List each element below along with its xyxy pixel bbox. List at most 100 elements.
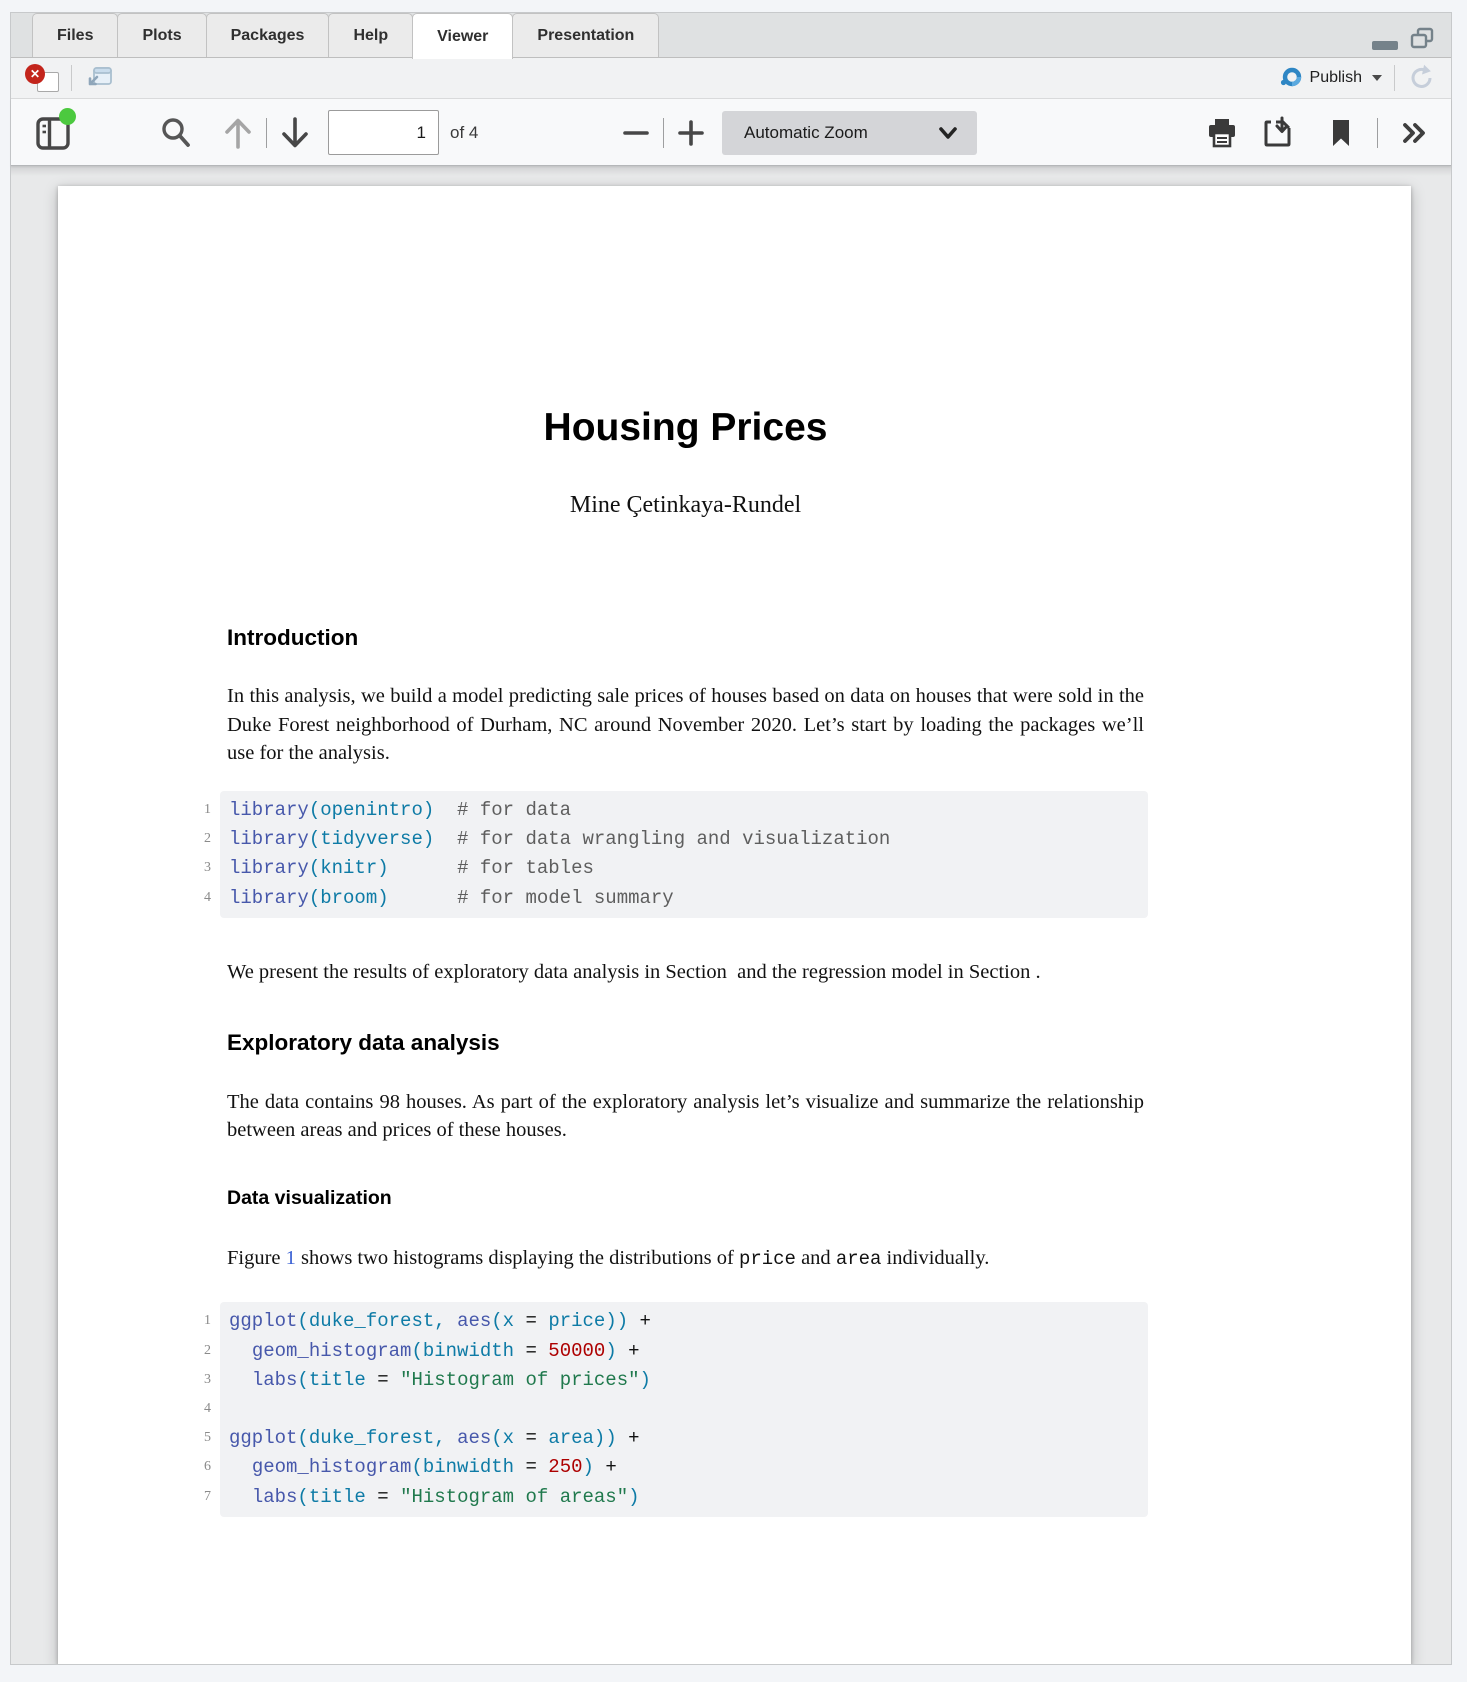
text-segment: + [617,1427,640,1449]
text-segment: = [514,1310,548,1332]
more-tools-icon[interactable] [1399,118,1431,148]
text-segment: labs [252,1369,298,1391]
tab-help[interactable]: Help [328,13,413,57]
text-segment: (broom) [309,887,389,909]
refresh-icon[interactable] [1407,63,1437,93]
pane-tab-strip: Files Plots Packages Help Viewer Present… [11,13,1451,58]
text-segment: (title [297,1486,365,1508]
page-count-label: of 4 [450,123,478,143]
figure-reference-link[interactable]: 1 [286,1247,296,1269]
text-segment: ) [583,1456,594,1478]
sidebar-toggle-icon[interactable] [34,115,72,151]
code-line-number: 4 [187,884,211,912]
text-segment: (title [297,1369,365,1391]
toolbar-separator [1394,65,1395,91]
code-line-number: 1 [187,796,211,824]
pdf-page-content: Housing Prices Mine Çetinkaya-Rundel Int… [58,186,1144,1517]
zoom-in-icon[interactable] [676,118,706,148]
section-heading-introduction: Introduction [227,625,1144,651]
tab-help-label: Help [353,27,388,45]
toolbar-separator [71,65,72,91]
text-segment: geom_histogram [252,1456,412,1478]
text-segment: ggplot [229,1310,297,1332]
text-segment: "Histogram of prices" [400,1369,639,1391]
text-segment: library [229,857,309,879]
code-line-text: library(tidyverse) # for data wrangling … [229,828,890,850]
pdf-toolbar-left: of 4 [34,99,478,166]
tab-packages[interactable]: Packages [206,13,330,57]
tab-presentation[interactable]: Presentation [512,13,659,57]
stop-close-icon[interactable]: ✕ [25,64,59,92]
download-icon[interactable] [1262,116,1294,150]
code-line-number: 2 [187,1337,211,1365]
minimize-icon[interactable] [1371,39,1399,51]
zoom-select[interactable]: Automatic Zoom [722,111,977,155]
text-segment: aes [457,1427,491,1449]
open-in-new-window-icon[interactable] [84,65,114,91]
code-line: 4 [229,1395,1148,1423]
text-segment: ) [628,1486,639,1508]
pdf-toolbar-right [1206,99,1431,166]
search-icon[interactable] [157,114,195,152]
pdf-viewer-area[interactable]: Housing Prices Mine Çetinkaya-Rundel Int… [11,166,1451,1664]
code-line-number: 3 [187,1366,211,1394]
text-segment: (openintro) [309,799,434,821]
code-line: 6 geom_histogram(binwidth = 250) + [229,1453,1148,1482]
publish-button[interactable]: Publish [1279,66,1382,90]
text-segment: 250 [548,1456,582,1478]
code-line-number: 1 [187,1307,211,1335]
intro-paragraph: In this analysis, we build a model predi… [227,682,1144,768]
sections-paragraph: We present the results of exploratory da… [227,958,1144,987]
text-segment: # for data wrangling and visualization [434,828,890,850]
text-segment: ) [605,1340,616,1362]
code-line-number: 2 [187,825,211,853]
code-block-ggplot: 1ggplot(duke_forest, aes(x = price)) +2 … [220,1302,1148,1517]
text-segment: area [836,1248,882,1270]
publish-icon [1279,66,1303,90]
toolbar-separator [663,118,664,148]
code-line: 5ggplot(duke_forest, aes(x = area)) + [229,1424,1148,1453]
code-line-number: 3 [187,854,211,882]
pdf-toolbar-center: Automatic Zoom [621,99,977,166]
print-icon[interactable] [1206,116,1238,150]
text-segment: Figure [227,1247,286,1269]
zoom-out-icon[interactable] [621,118,651,148]
page-number-input[interactable] [328,110,439,155]
zoom-select-label: Automatic Zoom [744,123,937,143]
code-line-text: geom_histogram(binwidth = 50000) + [229,1340,640,1362]
bookmark-icon[interactable] [1330,117,1352,149]
code-line-text: labs(title = "Histogram of prices") [229,1369,651,1391]
text-segment: + [594,1456,617,1478]
text-segment: (tidyverse) [309,828,434,850]
page-up-icon[interactable] [222,114,254,152]
text-segment: = [366,1486,400,1508]
text-segment: (x [491,1427,514,1449]
code-line-text: ggplot(duke_forest, aes(x = area)) + [229,1427,640,1449]
tab-plots-label: Plots [142,27,181,45]
text-segment: labs [252,1486,298,1508]
pane-window-controls [1371,27,1435,51]
text-segment: individually. [881,1247,989,1269]
tab-viewer-label: Viewer [437,28,488,46]
code-block-libraries: 1library(openintro) # for data2library(t… [220,791,1148,919]
code-line-text: library(openintro) # for data [229,799,571,821]
toolbar-separator [1377,118,1378,148]
code-line: 1library(openintro) # for data [229,796,1148,825]
figure-paragraph: Figure 1 shows two histograms displaying… [227,1244,1144,1274]
code-line-number: 5 [187,1424,211,1452]
text-segment: + [617,1340,640,1362]
code-line: 7 labs(title = "Histogram of areas") [229,1483,1148,1512]
tab-files[interactable]: Files [32,13,118,57]
text-segment: = [514,1340,548,1362]
tab-plots[interactable]: Plots [117,13,206,57]
text-segment: price [739,1248,796,1270]
close-x-icon: ✕ [25,64,45,84]
tab-viewer[interactable]: Viewer [412,13,513,59]
maximize-icon[interactable] [1409,27,1435,51]
document-author: Mine Çetinkaya-Rundel [227,492,1144,519]
text-segment [229,1486,252,1508]
page-down-icon[interactable] [279,114,311,152]
text-segment: aes [457,1310,491,1332]
text-segment: library [229,887,309,909]
code-line-number: 7 [187,1483,211,1511]
